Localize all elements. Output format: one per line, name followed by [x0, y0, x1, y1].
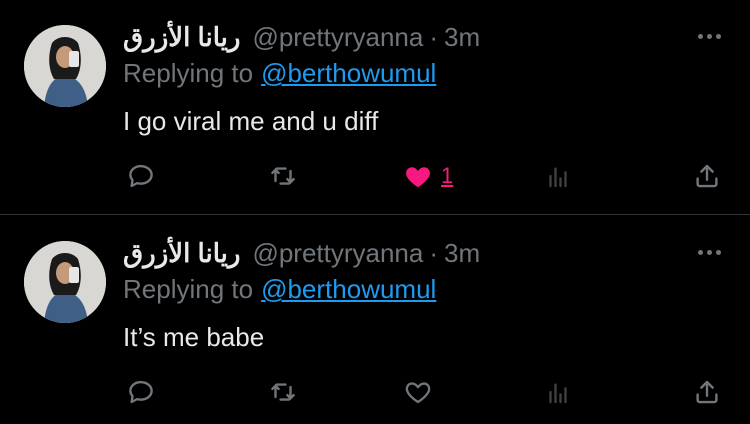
avatar-photo: [24, 241, 106, 323]
retweet-icon: [271, 167, 295, 185]
analytics-bars-icon: [549, 383, 567, 404]
more-dots-icon: [697, 249, 703, 255]
reply-button[interactable]: [126, 374, 156, 410]
like-button[interactable]: [403, 374, 441, 410]
tweet-text: It’s me babe: [123, 322, 265, 352]
tweet[interactable]: ريانا الأزرق @prettyryanna · 3m Replying…: [0, 216, 750, 424]
replying-prefix: Replying to: [123, 274, 254, 304]
user-handle[interactable]: @prettyryanna: [252, 238, 423, 269]
display-name[interactable]: ريانا الأزرق: [123, 22, 240, 53]
timestamp[interactable]: 3m: [444, 238, 480, 269]
tweet-text: I go viral me and u diff: [123, 106, 379, 136]
avatar[interactable]: [24, 25, 106, 107]
tweet-divider: [0, 214, 750, 215]
reply-bubble-icon: [129, 164, 153, 188]
share-upload-icon: [696, 164, 718, 188]
reply-button[interactable]: [126, 158, 156, 194]
separator-dot: ·: [429, 237, 439, 268]
share-button[interactable]: [692, 158, 722, 194]
retweet-button[interactable]: [268, 158, 298, 194]
tweet-header: ريانا الأزرق @prettyryanna · 3m: [123, 234, 480, 272]
views-button[interactable]: [543, 158, 573, 194]
action-bar: 1: [0, 158, 750, 194]
analytics-bars-icon: [549, 167, 567, 188]
replying-to: Replying to @berthowumul: [123, 58, 436, 89]
replying-prefix: Replying to: [123, 58, 254, 88]
more-dots-icon: [697, 33, 703, 39]
like-button[interactable]: 1: [403, 158, 453, 194]
heart-icon: [406, 167, 430, 188]
tweet[interactable]: ريانا الأزرق @prettyryanna · 3m Replying…: [0, 0, 750, 214]
replying-to-link[interactable]: @berthowumul: [261, 274, 436, 304]
separator-dot: ·: [429, 21, 439, 52]
replying-to: Replying to @berthowumul: [123, 274, 436, 305]
avatar-photo: [24, 25, 106, 107]
timestamp[interactable]: 3m: [444, 22, 480, 53]
heart-icon: [405, 382, 431, 404]
retweet-icon: [271, 383, 295, 401]
like-count[interactable]: 1: [441, 163, 453, 189]
more-options-button[interactable]: [692, 22, 726, 50]
more-options-button[interactable]: [692, 238, 726, 266]
action-bar: [0, 374, 750, 410]
display-name[interactable]: ريانا الأزرق: [123, 238, 240, 269]
share-upload-icon: [696, 380, 718, 404]
user-handle[interactable]: @prettyryanna: [252, 22, 423, 53]
tweet-header: ريانا الأزرق @prettyryanna · 3m: [123, 18, 480, 56]
replying-to-link[interactable]: @berthowumul: [261, 58, 436, 88]
retweet-button[interactable]: [268, 374, 298, 410]
views-button[interactable]: [543, 374, 573, 410]
reply-bubble-icon: [129, 380, 153, 404]
avatar[interactable]: [24, 241, 106, 323]
share-button[interactable]: [692, 374, 722, 410]
